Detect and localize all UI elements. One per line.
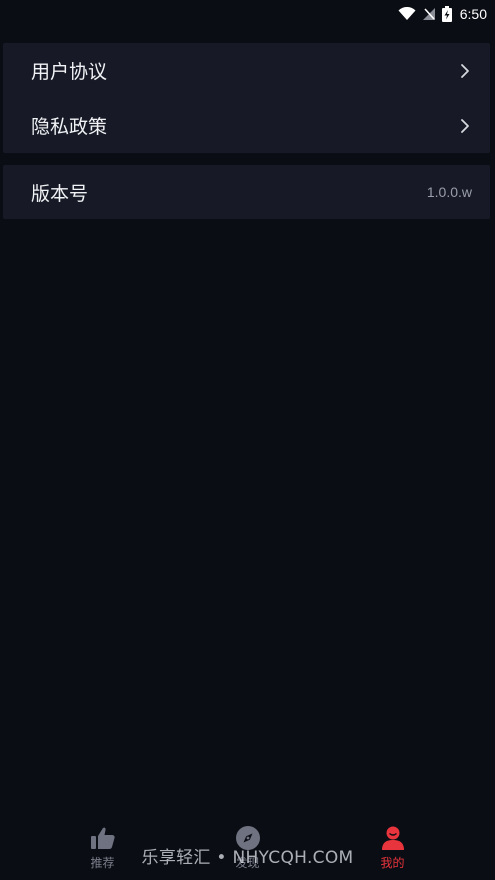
status-bar: 6:50 [0, 0, 495, 28]
settings-group-legal: 用户协议 隐私政策 [3, 43, 490, 153]
no-signal-icon [422, 7, 436, 21]
version-row: 版本号 1.0.0.w [3, 165, 490, 219]
user-icon [379, 825, 407, 851]
profile-screen: 6:50 用户协议 隐私政策 版本号 1.0.0.w 推荐 发现 我的 乐享轻汇… [0, 0, 495, 880]
compass-icon [234, 825, 262, 851]
nav-label-discover: 发现 [235, 856, 260, 870]
privacy-policy-label: 隐私政策 [31, 116, 108, 138]
user-agreement-row[interactable]: 用户协议 [3, 43, 490, 98]
thumbs-up-icon [89, 825, 117, 851]
version-value: 1.0.0.w [426, 184, 472, 200]
nav-item-discover[interactable]: 发现 [208, 819, 288, 871]
wifi-icon [398, 7, 416, 21]
chevron-right-icon [458, 117, 472, 135]
nav-item-recommend[interactable]: 推荐 [63, 819, 143, 871]
chevron-right-icon [458, 62, 472, 80]
privacy-policy-row[interactable]: 隐私政策 [3, 98, 490, 153]
nav-item-mine[interactable]: 我的 [353, 819, 433, 871]
user-agreement-label: 用户协议 [31, 61, 108, 83]
status-time: 6:50 [459, 6, 487, 22]
bottom-nav: 推荐 发现 我的 [0, 810, 495, 880]
nav-label-recommend: 推荐 [90, 856, 115, 870]
battery-charging-icon [441, 6, 452, 22]
settings-group-version: 版本号 1.0.0.w [3, 165, 490, 219]
version-label: 版本号 [31, 182, 89, 205]
nav-label-mine: 我的 [380, 856, 405, 870]
